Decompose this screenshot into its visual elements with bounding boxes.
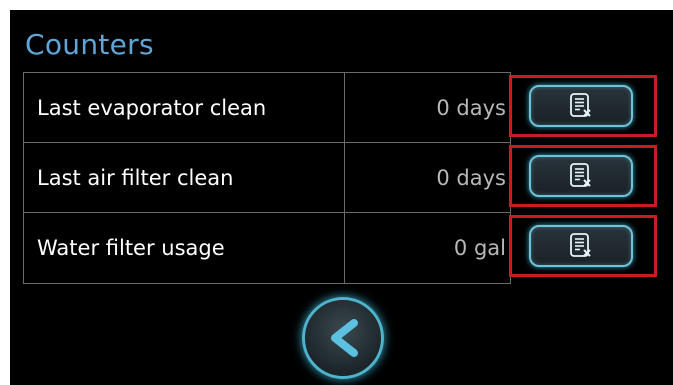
table-row: Water filter usage 0 gal xyxy=(24,213,510,283)
back-button[interactable] xyxy=(302,297,384,379)
table-row: Last air filter clean 0 days xyxy=(24,143,510,213)
chevron-left-icon xyxy=(331,319,358,357)
reset-evaporator-button[interactable] xyxy=(529,85,633,127)
reset-document-icon xyxy=(570,93,591,117)
table-row: Last evaporator clean 0 days xyxy=(24,73,510,143)
counter-label-air-filter: Last air filter clean xyxy=(37,165,234,190)
counters-table: Last evaporator clean 0 days Last air fi… xyxy=(23,72,511,284)
reset-document-icon xyxy=(570,163,591,187)
reset-water-filter-button[interactable] xyxy=(529,225,633,267)
reset-document-icon xyxy=(570,233,591,257)
counter-value-air-filter: 0 days xyxy=(436,165,506,190)
counter-label-evaporator: Last evaporator clean xyxy=(37,95,267,120)
counters-screen: Counters Last evaporator clean 0 days La… xyxy=(10,10,673,385)
counter-value-water-filter: 0 gal xyxy=(453,236,506,260)
page-title: Counters xyxy=(25,28,154,61)
reset-highlight-water-filter xyxy=(509,215,657,277)
counter-label-water-filter: Water filter usage xyxy=(37,236,225,260)
reset-highlight-evaporator xyxy=(509,75,657,137)
reset-air-filter-button[interactable] xyxy=(529,155,633,197)
reset-highlight-air-filter xyxy=(509,145,657,207)
counter-value-evaporator: 0 days xyxy=(436,95,506,120)
